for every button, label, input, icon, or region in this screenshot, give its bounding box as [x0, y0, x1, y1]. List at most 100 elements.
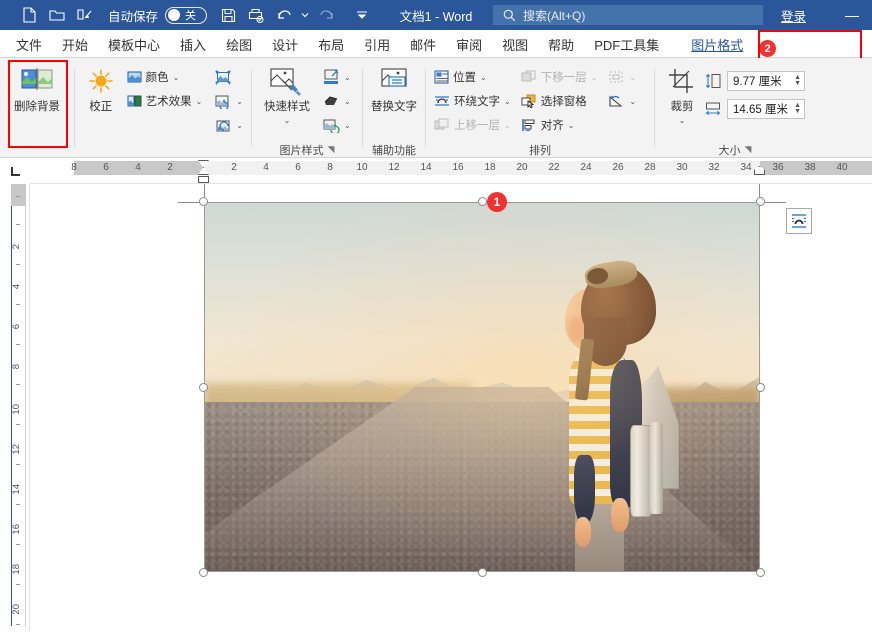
touch-mode-icon[interactable]	[72, 3, 98, 27]
tab-mailings[interactable]: 邮件	[400, 31, 446, 57]
group-objects-icon	[607, 70, 625, 84]
chevron-down-icon[interactable]: ⌄	[344, 73, 351, 82]
title-bar: 自动保存 关 文档1 - Word 搜索(Alt+Q) 登录 —	[0, 0, 872, 30]
chevron-down-icon[interactable]: ⌄	[568, 121, 575, 130]
remove-background-button[interactable]: 删除背景	[6, 63, 68, 114]
shape-height-input[interactable]: 9.77 厘米 ▲▼	[727, 71, 805, 91]
artistic-effects-button[interactable]: 艺术效果 ⌄	[123, 90, 207, 112]
picture-border-button[interactable]: ⌄	[318, 66, 355, 88]
resize-handle-bottom-right[interactable]	[756, 568, 765, 577]
resize-handle-top-center[interactable]	[478, 197, 487, 206]
undo-caret-icon[interactable]	[299, 3, 311, 27]
dialog-launcher-icon[interactable]: ◥	[328, 144, 335, 155]
spinner-icon[interactable]: ▲▼	[794, 75, 801, 87]
save-icon[interactable]	[215, 3, 241, 27]
redo-icon[interactable]	[313, 3, 339, 27]
chevron-down-icon[interactable]: ⌄	[679, 114, 686, 127]
ruler-number: 2	[167, 161, 173, 175]
tab-help[interactable]: 帮助	[538, 31, 584, 57]
print-preview-icon[interactable]	[243, 3, 269, 27]
quick-styles-button[interactable]: 快速样式 ⌄	[256, 63, 318, 127]
chevron-down-icon[interactable]: ⌄	[236, 97, 243, 106]
undo-icon[interactable]	[271, 3, 297, 27]
vertical-text-band	[11, 206, 26, 626]
picture-effects-button[interactable]: ⌄	[318, 90, 355, 112]
chevron-down-icon[interactable]: ⌄	[344, 121, 351, 130]
ruler-number: 12	[11, 444, 26, 455]
wrap-text-button[interactable]: 环绕文字 ⌄	[430, 90, 515, 112]
compress-pictures-icon	[214, 94, 232, 109]
layout-options-button[interactable]	[786, 208, 812, 234]
tab-insert[interactable]: 插入	[170, 31, 216, 57]
rotate-objects-button[interactable]: ⌄	[603, 90, 640, 112]
horizontal-ruler-track[interactable]: 8 6 4 2 2 4 6 8 10 12 14 16 18 20 22 24 …	[30, 161, 872, 179]
left-indent-marker[interactable]	[198, 176, 209, 183]
quick-access-toolbar[interactable]: 自动保存 关	[0, 3, 375, 27]
minimize-button[interactable]: —	[832, 7, 872, 23]
tab-home[interactable]: 开始	[52, 31, 98, 57]
chevron-down-icon[interactable]: ⌄	[629, 73, 636, 82]
picture-color-button[interactable]: 颜色 ⌄	[123, 66, 207, 88]
group-objects-button[interactable]: ⌄	[603, 66, 640, 88]
tab-pdf-tools[interactable]: PDF工具集	[584, 31, 669, 57]
shape-width-input[interactable]: 14.65 厘米 ▲▼	[727, 99, 805, 119]
horizontal-ruler[interactable]: 8 6 4 2 2 4 6 8 10 12 14 16 18 20 22 24 …	[0, 158, 872, 184]
step-badge-1: 1	[487, 192, 507, 212]
alt-text-button[interactable]: 替换文字	[367, 63, 421, 114]
tab-references[interactable]: 引用	[354, 31, 400, 57]
autosave-toggle[interactable]: 关	[165, 7, 207, 24]
resize-handle-middle-right[interactable]	[756, 383, 765, 392]
tab-view[interactable]: 视图	[492, 31, 538, 57]
tab-template-center[interactable]: 模板中心	[98, 31, 170, 57]
left-tab-icon	[11, 167, 20, 176]
chevron-down-icon[interactable]: ⌄	[591, 73, 598, 82]
chevron-down-icon[interactable]: ⌄	[284, 114, 291, 127]
tab-picture-format[interactable]: 图片格式	[681, 31, 753, 57]
resize-handle-bottom-left[interactable]	[199, 568, 208, 577]
reset-picture-button[interactable]: ⌄	[210, 114, 247, 136]
corrections-button[interactable]: 校正	[79, 63, 123, 114]
bring-forward-button[interactable]: 上移一层 ⌄	[430, 114, 515, 136]
resize-handle-bottom-center[interactable]	[478, 568, 487, 577]
crop-button[interactable]: 裁剪 ⌄	[659, 63, 705, 127]
chevron-down-icon[interactable]: ⌄	[629, 97, 636, 106]
tab-review[interactable]: 审阅	[446, 31, 492, 57]
selection-pane-button[interactable]: 选择窗格	[517, 90, 602, 112]
new-document-icon[interactable]	[16, 3, 42, 27]
align-icon	[521, 118, 537, 132]
transparency-button[interactable]	[210, 66, 247, 88]
compress-pictures-button[interactable]: ⌄	[210, 90, 247, 112]
position-button[interactable]: 位置 ⌄	[430, 66, 515, 88]
send-backward-button[interactable]: 下移一层 ⌄	[517, 66, 602, 88]
tab-layout[interactable]: 布局	[308, 31, 354, 57]
align-button[interactable]: 对齐 ⌄	[517, 114, 602, 136]
chevron-down-icon[interactable]: ⌄	[480, 73, 487, 82]
resize-handle-middle-left[interactable]	[199, 383, 208, 392]
picture-image[interactable]	[204, 202, 760, 572]
resize-handle-top-left[interactable]	[199, 197, 208, 206]
open-folder-icon[interactable]	[44, 3, 70, 27]
chevron-down-icon[interactable]: ⌄	[504, 97, 511, 106]
chevron-down-icon[interactable]: ⌄	[504, 121, 511, 130]
vertical-ruler[interactable]: 2 4 6 8 10 12 14 16 18 20	[0, 184, 30, 631]
dialog-launcher-icon[interactable]: ◥	[745, 144, 752, 155]
remove-background-label: 删除背景	[14, 101, 60, 114]
document-page[interactable]: 1	[30, 184, 872, 631]
search-input[interactable]: 搜索(Alt+Q)	[493, 5, 763, 25]
chevron-down-icon[interactable]: ⌄	[196, 97, 203, 106]
tab-file[interactable]: 文件	[6, 31, 52, 57]
tab-stop-selector[interactable]	[0, 158, 30, 184]
tab-draw[interactable]: 绘图	[216, 31, 262, 57]
tab-design[interactable]: 设计	[262, 31, 308, 57]
picture-layout-button[interactable]: ⌄	[318, 114, 355, 136]
chevron-down-icon[interactable]: ⌄	[173, 73, 180, 82]
ruler-number: 2	[11, 244, 26, 249]
chevron-down-icon[interactable]: ⌄	[236, 121, 243, 130]
selected-picture-wrapper[interactable]: 1	[204, 202, 760, 572]
ruler-number: 40	[836, 161, 847, 175]
ruler-tick	[16, 584, 20, 585]
customize-qat-icon[interactable]	[349, 3, 375, 27]
chevron-down-icon[interactable]: ⌄	[344, 97, 351, 106]
sign-in-button[interactable]: 登录	[781, 6, 806, 25]
spinner-icon[interactable]: ▲▼	[794, 103, 801, 115]
